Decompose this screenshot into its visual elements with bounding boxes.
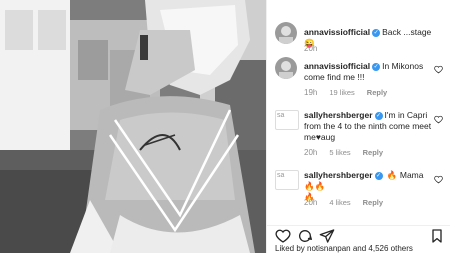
- avatar[interactable]: [275, 22, 297, 44]
- comment-time[interactable]: 20h: [304, 198, 317, 207]
- comment-likes[interactable]: 4 likes: [329, 198, 350, 207]
- verified-badge-icon: ✓: [372, 28, 381, 37]
- likes-summary[interactable]: Liked by notisnanpan and 4,526 others: [275, 244, 413, 253]
- avatar-alt-text: sa: [277, 112, 285, 119]
- comment-time[interactable]: 19h: [304, 88, 317, 97]
- heart-icon[interactable]: [434, 115, 443, 124]
- comment-icon[interactable]: [297, 228, 313, 244]
- comments-panel: annavissiofficial ✓ Back ...stage 😜 20h an…: [266, 0, 450, 253]
- reply-button[interactable]: Reply: [367, 88, 387, 97]
- bookmark-icon[interactable]: [429, 228, 445, 244]
- verified-badge-icon: ✓: [372, 62, 381, 71]
- comment-username[interactable]: annavissiofficial: [304, 27, 370, 37]
- heart-icon[interactable]: [434, 65, 443, 74]
- comment-emoji: 🔥: [386, 170, 398, 180]
- post-actions: [267, 225, 450, 245]
- comment-username[interactable]: sallyhershberger: [304, 110, 373, 120]
- verified-badge-icon: ✓: [374, 111, 383, 120]
- avatar[interactable]: sa: [275, 170, 299, 190]
- comment-meta: 20h: [304, 44, 329, 53]
- photo-illustration: [0, 0, 266, 253]
- share-icon[interactable]: [319, 228, 335, 244]
- comment-time[interactable]: 20h: [304, 44, 317, 53]
- comment-username[interactable]: annavissiofficial: [304, 61, 370, 71]
- avatar[interactable]: [275, 57, 297, 79]
- comment-emoji-tail: 🔥🔥: [304, 181, 326, 191]
- comment-body: Back ...stage: [382, 27, 432, 37]
- comment-likes[interactable]: 19 likes: [329, 88, 354, 97]
- comment-body: Mama: [399, 170, 424, 180]
- comment-meta: 20h 5 likes Reply: [304, 148, 395, 157]
- post-photo[interactable]: [0, 0, 266, 253]
- avatar[interactable]: sa: [275, 110, 299, 130]
- comment-meta: 20h 4 likes Reply: [304, 198, 395, 207]
- comment-username[interactable]: sallyhershberger: [304, 170, 373, 180]
- verified-badge-icon: ✓: [374, 171, 383, 180]
- reply-button[interactable]: Reply: [363, 198, 383, 207]
- comment-meta: 19h 19 likes Reply: [304, 88, 399, 97]
- heart-icon[interactable]: [434, 175, 443, 184]
- reply-button[interactable]: Reply: [363, 148, 383, 157]
- comment-text: annavissiofficial ✓ In Mikonos come find m…: [304, 61, 432, 83]
- comment-tail: aug: [320, 132, 336, 142]
- comment-text: sallyhershberger ✓ I'm in Capri from the 4…: [304, 110, 432, 143]
- avatar-alt-text: sa: [277, 172, 285, 179]
- comment-time[interactable]: 20h: [304, 148, 317, 157]
- comment-likes[interactable]: 5 likes: [329, 148, 350, 157]
- heart-icon[interactable]: [275, 228, 291, 244]
